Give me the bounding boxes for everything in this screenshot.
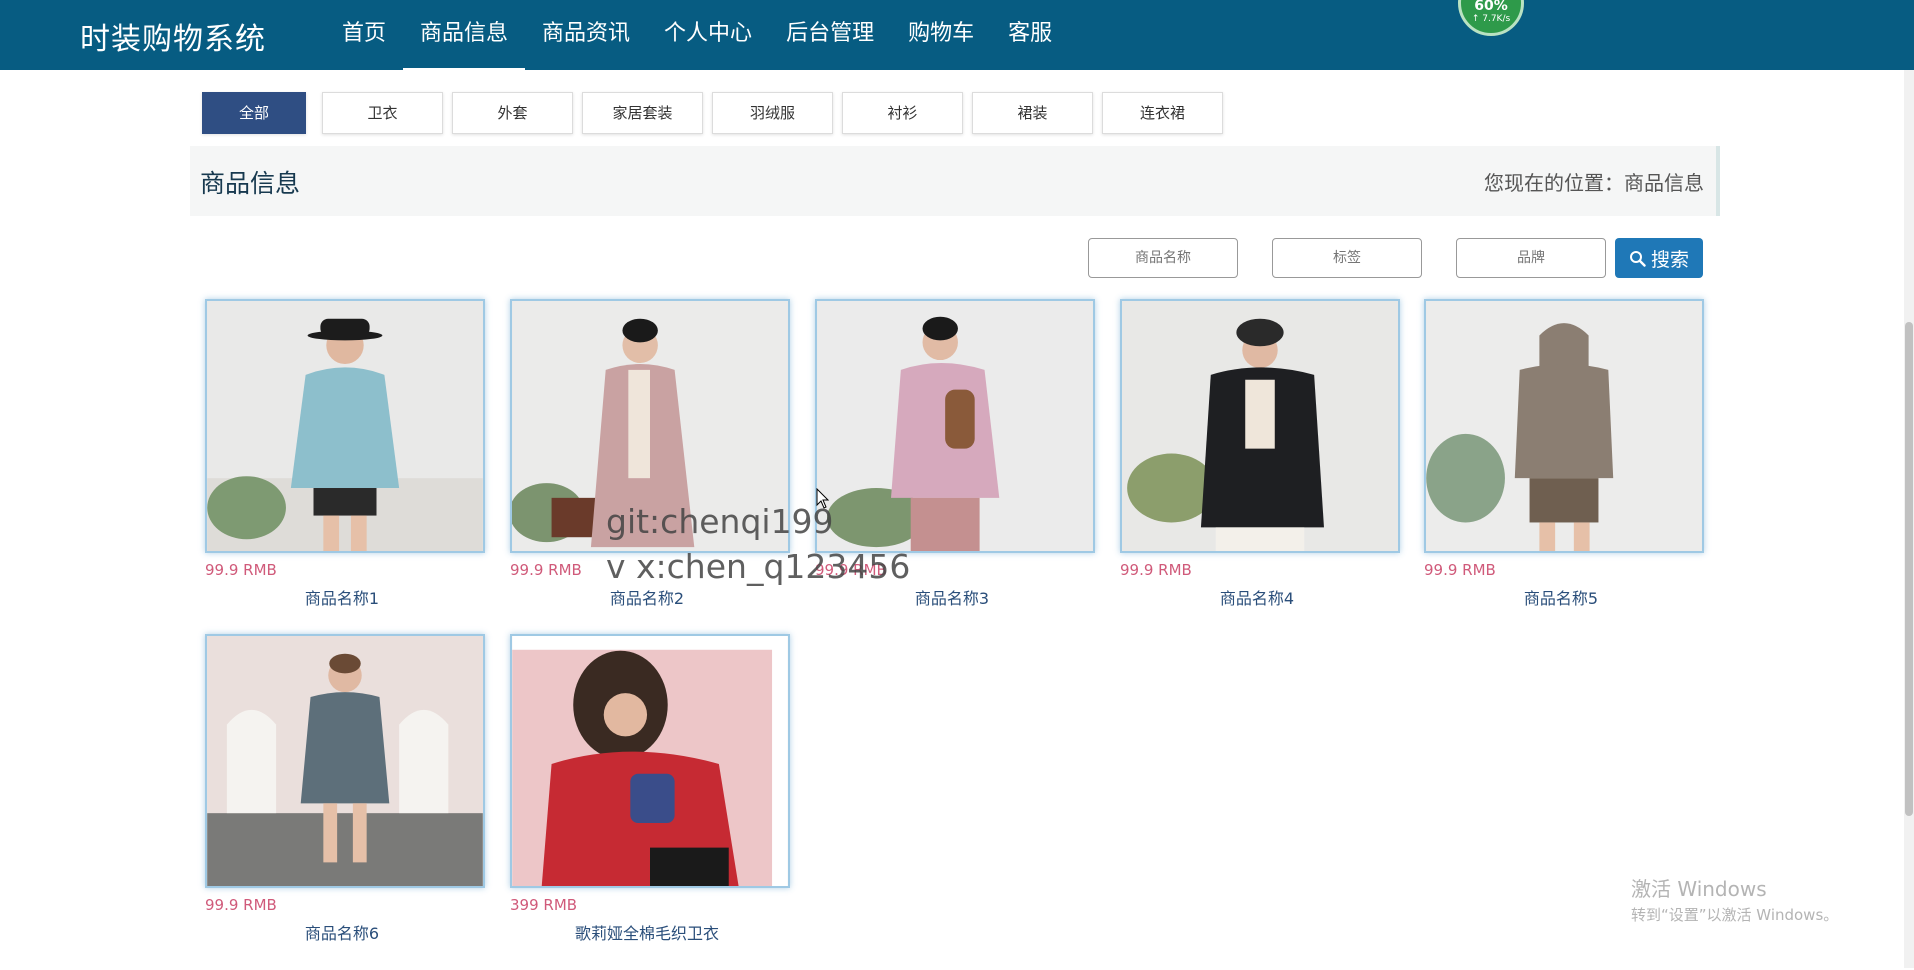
model-photo — [817, 301, 1093, 551]
category-skirt-button[interactable]: 裙装 — [972, 92, 1093, 134]
product-name-link[interactable]: 商品名称1 — [205, 585, 479, 609]
model-photo — [1426, 301, 1702, 551]
watermark-git: git:chenqi199 — [606, 502, 834, 541]
search-icon — [1629, 250, 1646, 267]
product-name-link[interactable]: 商品名称6 — [205, 920, 479, 944]
tag-input[interactable] — [1272, 238, 1422, 278]
model-photo — [1122, 301, 1398, 551]
page-title: 商品信息 — [200, 169, 301, 198]
nav-home[interactable]: 首页 — [325, 0, 403, 70]
product-image[interactable] — [510, 634, 790, 888]
watermark-contact: v x:chen_q123456 — [606, 547, 911, 586]
nav-admin[interactable]: 后台管理 — [769, 0, 891, 70]
garment-shape — [290, 367, 400, 489]
network-speed-widget[interactable]: 60% ↑ 7.7K/s — [1458, 0, 1524, 36]
product-name-link[interactable]: 商品名称2 — [510, 585, 784, 609]
product-price: 99.9 RMB — [510, 561, 582, 579]
nav-products[interactable]: 商品信息 — [403, 0, 526, 70]
search-button-label: 搜索 — [1650, 248, 1689, 271]
top-nav-bar: 时装购物系统 首页 商品信息 商品资讯 个人中心 后台管理 购物车 客服 60%… — [0, 0, 1914, 70]
product-price: 99.9 RMB — [1424, 561, 1496, 579]
category-down-jacket-button[interactable]: 羽绒服 — [712, 92, 833, 134]
product-card[interactable]: 99.9 RMB 商品名称6 — [205, 634, 485, 970]
product-price: 99.9 RMB — [205, 896, 277, 914]
product-image[interactable] — [205, 634, 485, 888]
product-card[interactable]: 399 RMB 歌莉娅全棉毛织卫衣 — [510, 634, 790, 970]
brand-input[interactable] — [1456, 238, 1606, 278]
activation-title: 激活 Windows — [1631, 877, 1767, 901]
product-card[interactable]: 99.9 RMB 商品名称1 — [205, 299, 485, 635]
main-nav: 首页 商品信息 商品资讯 个人中心 后台管理 购物车 客服 — [325, 0, 1069, 70]
nav-customer-service[interactable]: 客服 — [991, 0, 1069, 70]
nav-personal-center[interactable]: 个人中心 — [647, 0, 769, 70]
category-hoodie-button[interactable]: 卫衣 — [322, 92, 443, 134]
product-name-link[interactable]: 商品名称5 — [1424, 585, 1698, 609]
category-filter-bar: 全部 卫衣 外套 家居套装 羽绒服 衬衫 裙装 连衣裙 — [202, 92, 1232, 134]
category-dress-button[interactable]: 连衣裙 — [1102, 92, 1223, 134]
product-price: 399 RMB — [510, 896, 578, 914]
garment-shape — [300, 692, 390, 804]
model-photo — [512, 636, 788, 886]
product-image[interactable] — [205, 299, 485, 553]
nav-cart[interactable]: 购物车 — [891, 0, 991, 70]
product-image[interactable] — [815, 299, 1095, 553]
product-name-link[interactable]: 歌莉娅全棉毛织卫衣 — [510, 920, 784, 944]
search-button[interactable]: 搜索 — [1615, 238, 1703, 278]
category-homewear-button[interactable]: 家居套装 — [582, 92, 703, 134]
nav-news[interactable]: 商品资讯 — [525, 0, 647, 70]
windows-activation-notice: 激活 Windows 转到“设置”以激活 Windows。 — [1631, 873, 1838, 925]
category-all-button[interactable]: 全部 — [202, 92, 306, 134]
garment-shape — [1514, 363, 1614, 479]
product-image[interactable] — [1424, 299, 1704, 553]
garment-shape — [891, 363, 1000, 498]
network-percent: 60% — [1474, 0, 1508, 14]
scrollbar-thumb[interactable] — [1905, 322, 1913, 816]
product-card[interactable]: 99.9 RMB 商品名称5 — [1424, 299, 1704, 635]
product-card[interactable]: 99.9 RMB 商品名称4 — [1120, 299, 1400, 635]
site-logo[interactable]: 时装购物系统 — [80, 14, 266, 58]
breadcrumb: 您现在的位置：商品信息 — [1484, 171, 1704, 195]
product-name-input[interactable] — [1088, 238, 1238, 278]
network-speed: ↑ 7.7K/s — [1471, 14, 1511, 24]
product-name-link[interactable]: 商品名称3 — [815, 585, 1089, 609]
page-info-bar: 商品信息 您现在的位置：商品信息 — [190, 146, 1720, 216]
mouse-cursor-icon — [816, 488, 830, 509]
category-shirt-button[interactable]: 衬衫 — [842, 92, 963, 134]
category-coat-button[interactable]: 外套 — [452, 92, 573, 134]
product-image[interactable] — [1120, 299, 1400, 553]
model-photo — [207, 301, 483, 551]
product-name-link[interactable]: 商品名称4 — [1120, 585, 1394, 609]
model-photo — [207, 636, 483, 886]
product-price: 99.9 RMB — [205, 561, 277, 579]
activation-subtitle: 转到“设置”以激活 Windows。 — [1631, 906, 1839, 924]
product-price: 99.9 RMB — [1120, 561, 1192, 579]
